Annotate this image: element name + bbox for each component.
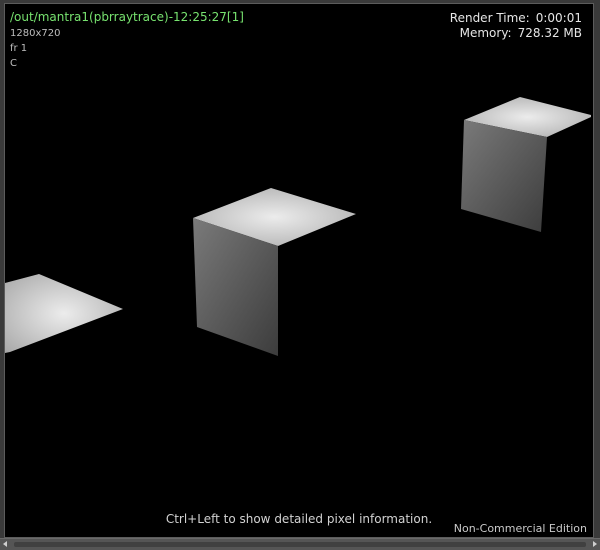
cube-center <box>193 188 356 356</box>
channel-label: C <box>10 58 17 69</box>
edition-label: Non-Commercial Edition <box>453 522 587 535</box>
scroll-track[interactable] <box>14 542 586 547</box>
cube-right-side-face <box>461 120 547 232</box>
resolution-label: 1280x720 <box>10 28 61 39</box>
memory-label: Memory: <box>459 26 512 40</box>
render-stats: Render Time: 0:00:01 Memory: 728.32 MB <box>450 11 582 41</box>
scroll-left-arrow-icon[interactable] <box>3 541 7 547</box>
render-title: /out/mantra1(pbrraytrace)-12:25:27[1] <box>10 10 244 24</box>
memory-value: 728.32 MB <box>517 26 582 40</box>
scroll-right-arrow-icon[interactable] <box>593 541 597 547</box>
render-time-row: Render Time: 0:00:01 <box>450 11 582 26</box>
rendered-scene <box>5 97 591 356</box>
render-viewer: /out/mantra1(pbrraytrace)-12:25:27[1] 12… <box>0 0 600 550</box>
cube-right <box>461 97 591 232</box>
render-time-value: 0:00:01 <box>535 11 582 25</box>
memory-row: Memory: 728.32 MB <box>450 26 582 41</box>
frame-label: fr 1 <box>10 43 28 54</box>
cube-left-top-face <box>5 274 123 353</box>
horizontal-scrollbar[interactable] <box>0 538 600 550</box>
render-time-label: Render Time: <box>449 11 530 25</box>
render-image[interactable]: /out/mantra1(pbrraytrace)-12:25:27[1] 12… <box>4 3 594 538</box>
cube-left <box>5 274 123 353</box>
